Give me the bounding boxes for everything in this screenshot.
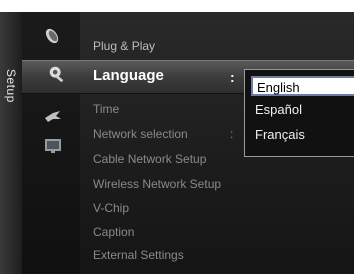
option-francais[interactable]: Français (251, 125, 354, 145)
menu-item-v-chip[interactable]: V-Chip (93, 201, 129, 215)
satellite-dish-icon (45, 28, 59, 44)
menu-item-external-settings[interactable]: External Settings (93, 248, 184, 262)
side-tab-label: Setup (4, 69, 18, 103)
option-espanol[interactable]: Español (251, 100, 354, 120)
menu-item-plug-play[interactable]: Plug & Play (93, 39, 155, 53)
bird-icon (45, 111, 61, 122)
language-colon: : (230, 69, 235, 85)
menu-item-time[interactable]: Time (93, 102, 119, 116)
tv-setup-menu: Setup Plug & Play Language : Time Networ… (0, 0, 354, 274)
tv-screen-icon (45, 139, 61, 153)
menu-item-language-label: Language (93, 67, 164, 84)
gear-wrench-icon (49, 66, 64, 83)
menu-item-network-selection[interactable]: Network selection (93, 127, 188, 141)
menu-item-wireless-network-setup[interactable]: Wireless Network Setup (93, 177, 221, 191)
menu-item-cable-network-setup[interactable]: Cable Network Setup (93, 152, 206, 166)
network-colon: : (230, 127, 234, 141)
side-tab: Setup (0, 12, 22, 274)
menu-item-caption[interactable]: Caption (93, 225, 134, 239)
option-english[interactable]: English (251, 76, 354, 96)
language-dropdown: English Español Français (244, 69, 354, 157)
